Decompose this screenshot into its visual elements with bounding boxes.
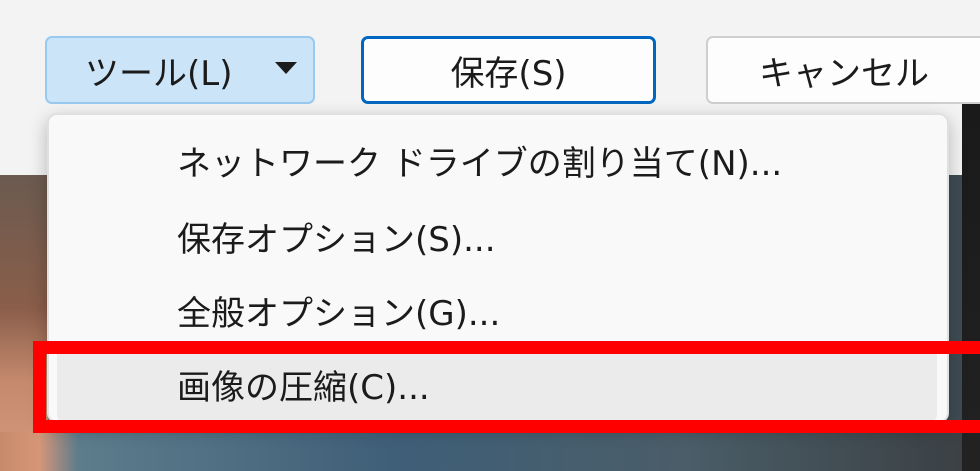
- menu-item-label: ネットワーク ドライブの割り当て(N)...: [177, 143, 783, 184]
- menu-item-label: 保存オプション(S)...: [177, 219, 496, 260]
- highlight-box: [33, 341, 980, 433]
- save-button[interactable]: 保存(S): [361, 36, 656, 104]
- background-photo-bottom: [0, 432, 980, 471]
- cancel-button-label: キャンセル: [759, 53, 929, 94]
- cancel-button[interactable]: キャンセル: [706, 36, 980, 104]
- chevron-down-icon: [275, 62, 297, 74]
- menu-item-label: 全般オプション(G)...: [177, 293, 501, 334]
- menu-item-save-options[interactable]: 保存オプション(S)...: [49, 199, 947, 273]
- save-button-label: 保存(S): [450, 53, 567, 94]
- tools-dropdown-button[interactable]: ツール(L): [45, 36, 315, 104]
- menu-item-general-options[interactable]: 全般オプション(G)...: [49, 273, 947, 347]
- menu-item-map-network-drive[interactable]: ネットワーク ドライブの割り当て(N)...: [49, 123, 947, 197]
- tools-button-label: ツール(L): [85, 53, 233, 94]
